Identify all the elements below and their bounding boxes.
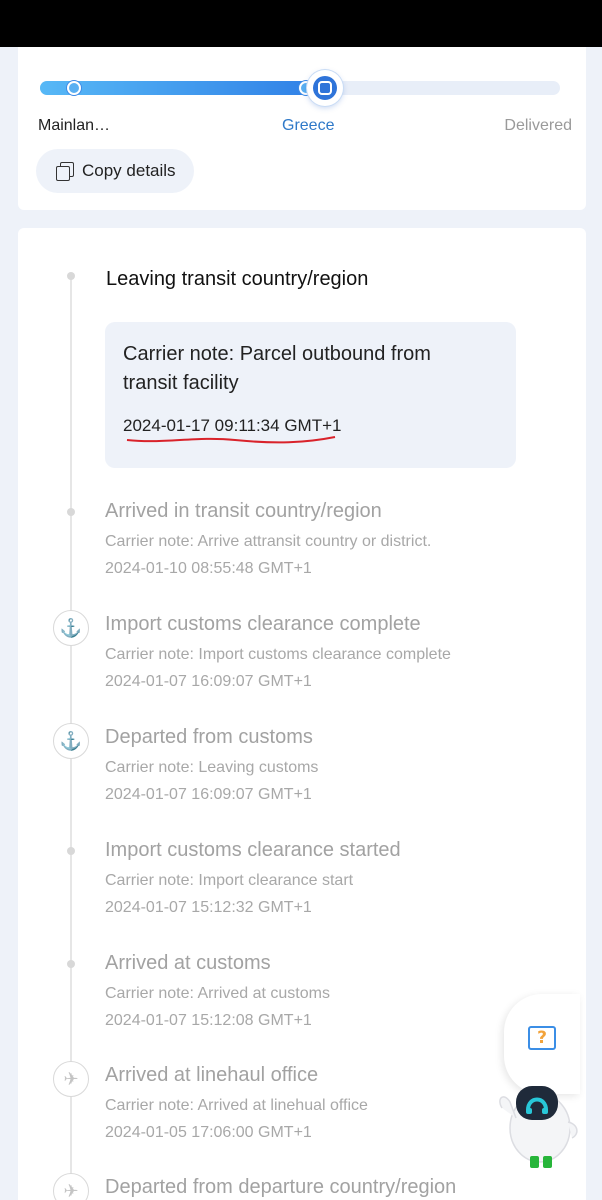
- origin-node: [67, 81, 81, 95]
- shipment-progress-card: Mainlan… Greece Delivered Copy details: [18, 47, 586, 210]
- copy-icon: [56, 162, 74, 181]
- event-title: Import customs clearance started: [105, 839, 401, 861]
- event-time: 2024-01-07 15:12:08 GMT+1: [105, 1012, 312, 1029]
- origin-label: Mainlan…: [38, 117, 111, 134]
- assistant-robot-icon[interactable]: [492, 1078, 582, 1170]
- airplane-icon: ✈: [53, 1173, 89, 1200]
- status-bar: [0, 0, 602, 47]
- event-title: Import customs clearance complete: [105, 613, 421, 635]
- active-event-note-box: Carrier note: Parcel outbound from trans…: [105, 322, 516, 468]
- event-note: Carrier note: Arrived at customs: [105, 985, 330, 1002]
- event-note: Carrier note: Import customs clearance c…: [105, 646, 451, 663]
- copy-details-button[interactable]: Copy details: [36, 149, 194, 193]
- event-time: 2024-01-10 08:55:48 GMT+1: [105, 560, 312, 577]
- event-time: 2024-01-07 16:09:07 GMT+1: [105, 786, 312, 803]
- event-note: Carrier note: Arrive attransit country o…: [105, 533, 432, 550]
- tracking-timeline: Leaving transit country/region Carrier n…: [18, 228, 586, 1200]
- event-note: Carrier note: Arrived at linehual office: [105, 1097, 368, 1114]
- timeline-dot: [67, 847, 75, 855]
- copy-details-label: Copy details: [82, 161, 176, 180]
- current-location-marker: [307, 70, 343, 106]
- event-title: Arrived in transit country/region: [105, 500, 382, 522]
- event-title: Arrived at linehaul office: [105, 1064, 319, 1086]
- handwritten-underline: [126, 436, 336, 444]
- active-event-title: Leaving transit country/region: [106, 268, 369, 290]
- event-note: Carrier note: Leaving customs: [105, 759, 319, 776]
- current-location-label: Greece: [282, 117, 335, 134]
- anchor-icon: ⚓: [53, 610, 89, 646]
- active-event-time: 2024-01-17 09:11:34 GMT+1: [123, 416, 342, 435]
- event-title: Departed from customs: [105, 726, 313, 748]
- event-title: Arrived at customs: [105, 952, 271, 974]
- event-time: 2024-01-07 15:12:32 GMT+1: [105, 899, 312, 916]
- event-time: 2024-01-07 16:09:07 GMT+1: [105, 673, 312, 690]
- event-note: Carrier note: Import clearance start: [105, 872, 354, 889]
- destination-label: Delivered: [504, 117, 572, 134]
- event-time: 2024-01-05 17:06:00 GMT+1: [105, 1124, 312, 1141]
- timeline-dot: [67, 272, 75, 280]
- progress-fill: [40, 81, 326, 95]
- active-event-note: Carrier note: Parcel outbound from trans…: [123, 343, 431, 394]
- timeline-dot: [67, 960, 75, 968]
- airplane-icon: ✈: [53, 1061, 89, 1097]
- timeline-dot: [67, 508, 75, 516]
- help-question-icon[interactable]: ?: [528, 1026, 556, 1050]
- event-title: Departed from departure country/region: [105, 1176, 457, 1198]
- anchor-icon: ⚓: [53, 723, 89, 759]
